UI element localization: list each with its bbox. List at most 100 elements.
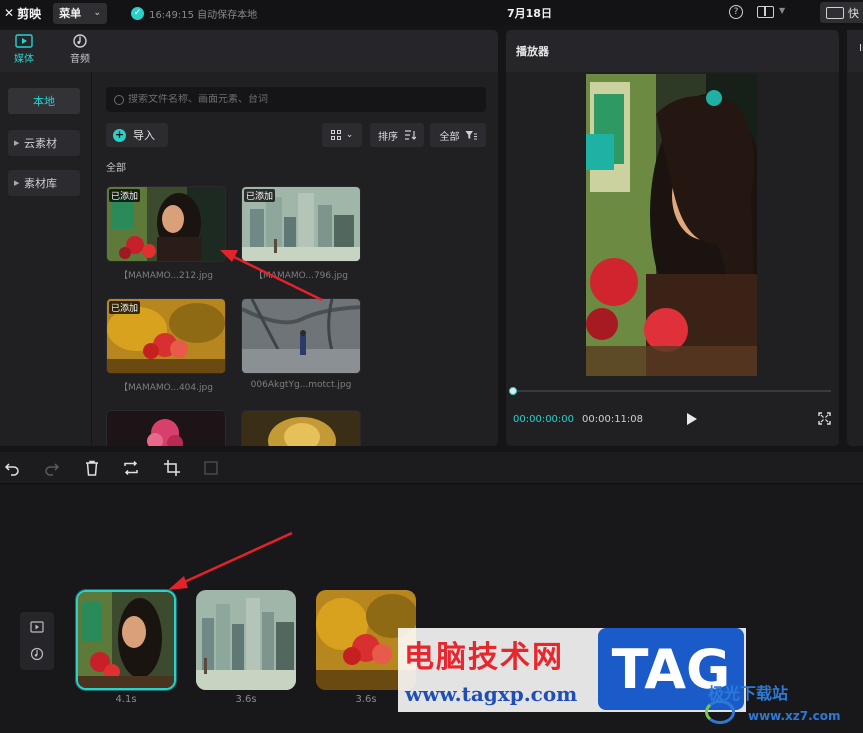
- media-item[interactable]: [106, 410, 226, 446]
- video-track-icon[interactable]: [30, 621, 44, 633]
- menu-label: 菜单: [59, 7, 82, 20]
- sort-icon: [405, 130, 416, 140]
- redo-icon[interactable]: [44, 460, 60, 476]
- sort-button[interactable]: 排序: [370, 123, 424, 147]
- keyboard-icon: [826, 6, 844, 19]
- media-thumbnail[interactable]: 已添加: [106, 186, 226, 262]
- save-status-text: 16:49:15 自动保存本地: [149, 9, 258, 21]
- tab-audio-label: 音频: [70, 54, 90, 65]
- media-item[interactable]: 已添加 【MAMAMO...796.jpg: [241, 186, 361, 281]
- photo-golden-thumbnail: [242, 411, 360, 446]
- media-item[interactable]: 已添加 【MAMAMO...212.jpg: [106, 186, 226, 281]
- watermark2-site-url: www.xz7.com: [748, 709, 841, 723]
- playback-progress-track[interactable]: [513, 390, 831, 392]
- video-preview[interactable]: [586, 74, 757, 376]
- media-thumbnail[interactable]: [106, 410, 226, 446]
- crop-icon[interactable]: [164, 460, 180, 476]
- caret-right-icon: ▶: [14, 179, 20, 187]
- clip-thumbnail: [78, 592, 174, 688]
- search-input[interactable]: [128, 94, 468, 105]
- current-time: 00:00:00:00: [513, 414, 575, 425]
- properties-panel-title: In: [847, 30, 863, 72]
- chevron-down-icon: ⌄: [93, 8, 102, 18]
- media-thumbnail[interactable]: 已添加: [241, 186, 361, 262]
- media-item[interactable]: 已添加 【MAMAMO...404.jpg: [106, 298, 226, 393]
- media-item-name: 【MAMAMO...212.jpg: [119, 271, 213, 281]
- player-header: [506, 30, 839, 72]
- media-item[interactable]: 006AkgtYg...motct.jpg: [241, 298, 361, 390]
- properties-panel: In: [847, 30, 863, 446]
- app-logo: ✕ 剪映: [4, 5, 41, 22]
- delete-icon[interactable]: [84, 460, 100, 476]
- added-badge: 已添加: [244, 189, 276, 202]
- view-mode-button[interactable]: ⌄: [322, 123, 362, 147]
- shortcut-label: 快: [848, 6, 859, 20]
- media-panel: 媒体 音频 本地 ▶ 云素材 ▶ 素材库 + 导入 ⌄ 排序 全: [0, 30, 498, 446]
- media-thumbnail[interactable]: [241, 298, 361, 374]
- chevron-down-icon[interactable]: ▼: [779, 6, 785, 15]
- shortcut-button[interactable]: 快: [820, 2, 863, 23]
- filter-icon: [465, 131, 477, 140]
- timeline-clip[interactable]: [76, 590, 176, 690]
- loop-icon[interactable]: [123, 460, 139, 476]
- project-title[interactable]: 7月18日: [507, 5, 552, 21]
- question-circle-icon[interactable]: ?: [729, 5, 743, 19]
- capcut-logo-icon: ✕: [4, 6, 15, 20]
- media-tab-bar: 媒体 音频: [0, 30, 498, 72]
- timeline-toolbar: [0, 452, 863, 484]
- audio-icon: [73, 34, 87, 48]
- photo-fog-thumbnail: [242, 299, 360, 373]
- save-status: ✓ 16:49:15 自动保存本地: [131, 6, 257, 21]
- media-item-name: 【MAMAMO...404.jpg: [119, 383, 213, 393]
- total-time: 00:00:11:08: [582, 414, 644, 425]
- media-side-nav: 本地 ▶ 云素材 ▶ 素材库: [0, 72, 92, 446]
- layout-icon[interactable]: [757, 6, 774, 18]
- section-label: 全部: [106, 163, 126, 174]
- filter-label: 全部: [439, 131, 460, 143]
- import-button[interactable]: + 导入: [106, 123, 168, 147]
- freeze-frame-icon[interactable]: [203, 460, 219, 476]
- audio-track-icon[interactable]: [30, 647, 44, 661]
- tab-media[interactable]: 媒体: [4, 34, 44, 65]
- caret-right-icon: ▶: [14, 139, 20, 147]
- media-thumbnail[interactable]: [241, 410, 361, 446]
- tab-media-label: 媒体: [14, 54, 34, 65]
- sidebar-item-local[interactable]: 本地: [8, 88, 80, 114]
- media-thumbnail[interactable]: 已添加: [106, 298, 226, 374]
- media-item[interactable]: [241, 410, 361, 446]
- tab-audio[interactable]: 音频: [60, 34, 100, 65]
- watermark-site-url: www.tagxp.com: [405, 682, 578, 706]
- media-item-name: 006AkgtYg...motct.jpg: [250, 380, 352, 390]
- plus-icon: +: [113, 127, 126, 142]
- preview-image: [586, 74, 757, 376]
- sidebar-item-cloud[interactable]: ▶ 云素材: [8, 130, 80, 156]
- timeline-clip[interactable]: [196, 590, 296, 690]
- clip-duration: 3.6s: [235, 694, 257, 705]
- track-header: [20, 612, 54, 670]
- sort-label: 排序: [378, 131, 398, 143]
- watermark-site-name: 电脑技术网: [404, 640, 564, 675]
- fullscreen-icon[interactable]: [818, 412, 831, 425]
- sidebar-item-label: 云素材: [24, 137, 57, 150]
- clip-duration: 4.1s: [115, 694, 137, 705]
- added-badge: 已添加: [109, 189, 141, 202]
- media-item-name: 【MAMAMO...796.jpg: [254, 271, 348, 281]
- menu-button[interactable]: 菜单 ⌄: [53, 2, 108, 24]
- photo-pink-flower-thumbnail: [107, 411, 225, 446]
- player-title: 播放器: [516, 45, 549, 58]
- import-label: 导入: [133, 129, 155, 142]
- play-icon[interactable]: [687, 413, 697, 425]
- sidebar-item-label: 素材库: [24, 177, 57, 190]
- grid-view-icon: [330, 130, 341, 140]
- playback-progress-knob[interactable]: [509, 387, 517, 395]
- filter-button[interactable]: 全部: [430, 123, 486, 147]
- search-icon: [114, 94, 124, 105]
- undo-icon[interactable]: [4, 460, 20, 476]
- check-circle-icon: ✓: [131, 6, 145, 20]
- player-panel: 播放器 00:00:00:00 00:00:11:08: [506, 30, 839, 446]
- media-search: [106, 87, 486, 112]
- clip-thumbnail: [196, 590, 296, 690]
- sidebar-item-library[interactable]: ▶ 素材库: [8, 170, 80, 196]
- added-badge: 已添加: [109, 301, 141, 314]
- chevron-down-icon: ⌄: [345, 130, 354, 140]
